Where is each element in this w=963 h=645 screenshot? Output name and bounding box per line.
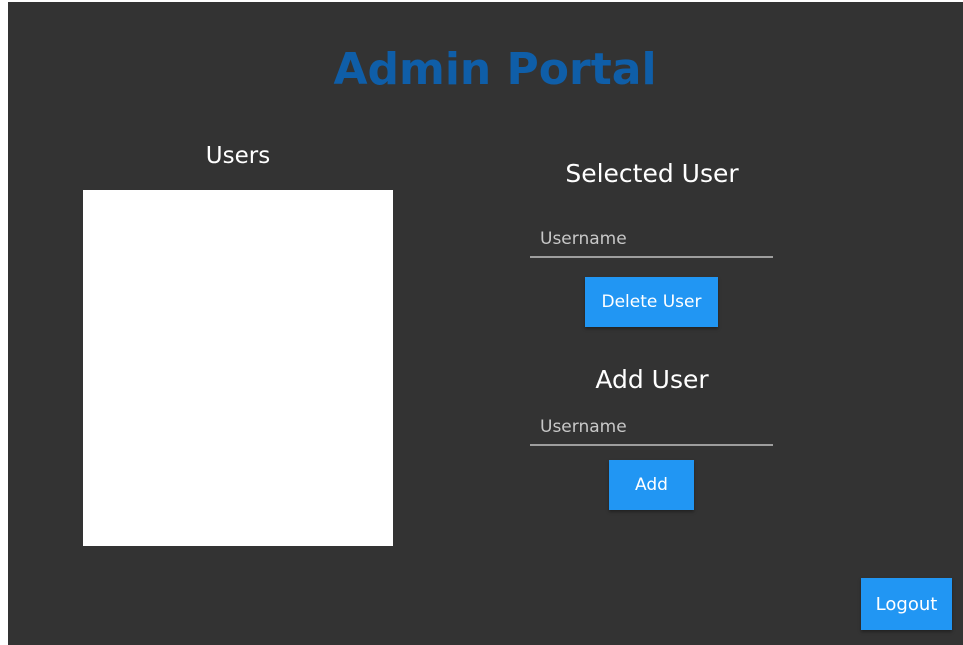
logout-button[interactable]: Logout <box>861 578 952 630</box>
delete-user-button[interactable]: Delete User <box>585 277 718 327</box>
add-username-input[interactable] <box>530 410 773 444</box>
add-user-button[interactable]: Add <box>609 460 694 510</box>
admin-portal-window: Admin Portal Users Selected User Delete … <box>8 2 963 645</box>
selected-user-heading: Selected User <box>565 159 739 188</box>
users-heading: Users <box>205 143 271 169</box>
add-user-heading: Add User <box>595 365 709 394</box>
selected-username-field <box>530 222 773 258</box>
add-username-field <box>530 410 773 446</box>
page-title: Admin Portal <box>333 44 657 95</box>
users-list[interactable] <box>83 190 393 546</box>
selected-username-input[interactable] <box>530 222 773 256</box>
